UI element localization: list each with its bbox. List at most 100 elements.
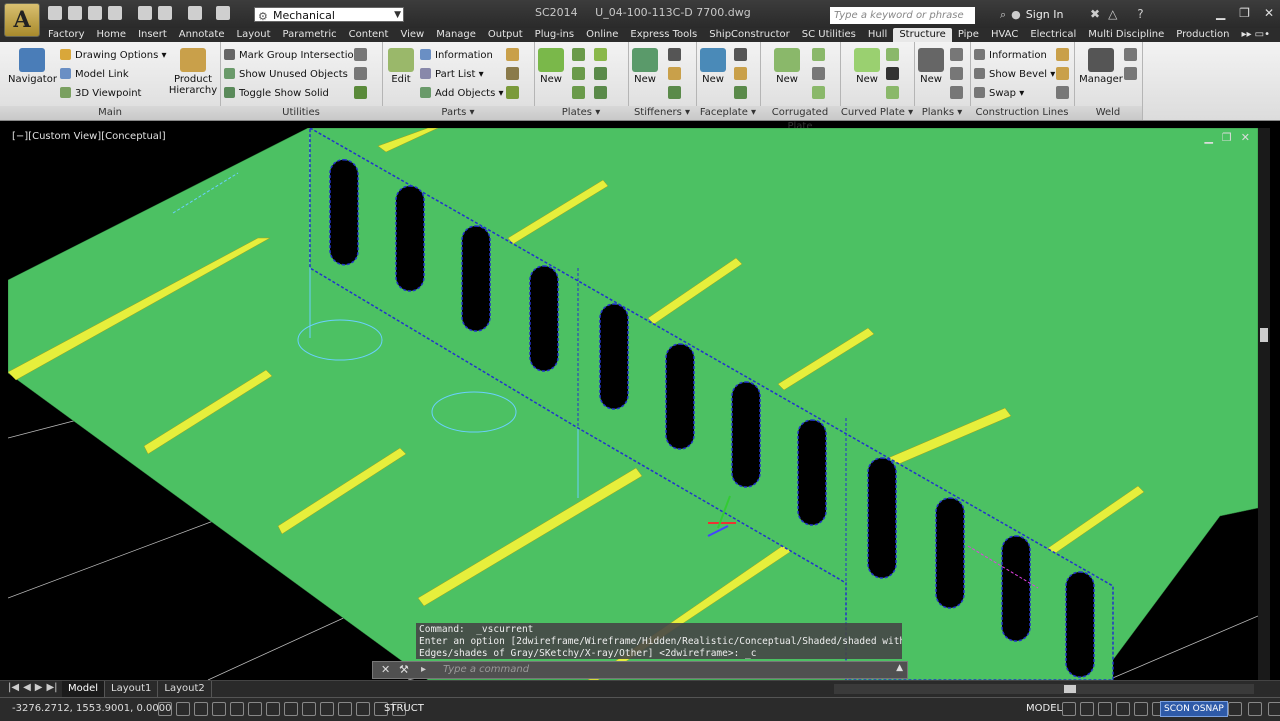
part-tool-icon[interactable] <box>506 86 519 99</box>
scroll-thumb[interactable] <box>1064 685 1076 693</box>
new-plate-button[interactable]: New <box>538 48 564 85</box>
cl-information-button[interactable]: Information <box>974 49 1047 61</box>
tab-sc-utilities[interactable]: SC Utilities <box>796 28 862 42</box>
tab-layout[interactable]: Layout <box>231 28 277 42</box>
scon-osnap-button[interactable]: SCON OSNAP <box>1160 701 1228 717</box>
prev-layout-icon[interactable]: ◀ <box>23 682 31 693</box>
3dosnap-icon[interactable] <box>266 702 280 716</box>
coordinate-readout[interactable]: -3276.2712, 1553.9001, 0.0000 <box>12 703 171 714</box>
navigator-button[interactable]: Navigator <box>8 48 57 85</box>
clean-screen-icon[interactable] <box>1268 702 1280 716</box>
lineweight-icon[interactable] <box>338 702 352 716</box>
mark-group-button[interactable]: Mark Group Intersections <box>224 49 365 61</box>
show-unused-button[interactable]: Show Unused Objects <box>224 68 348 80</box>
toggle-solid-button[interactable]: Toggle Show Solid <box>224 87 329 99</box>
polar-icon[interactable] <box>230 702 244 716</box>
more-tabs-icon[interactable]: ▸▸ ▭• <box>1235 28 1276 42</box>
tab-factory[interactable]: Factory <box>42 28 91 42</box>
construction-tool-icon[interactable] <box>1056 48 1069 61</box>
ducs-icon[interactable] <box>302 702 316 716</box>
faceplate-tool-icon[interactable] <box>734 67 747 80</box>
tab-hvac[interactable]: HVAC <box>985 28 1024 42</box>
plank-tool-icon[interactable] <box>950 86 963 99</box>
binoculars-icon[interactable]: ⌕ <box>1000 8 1006 21</box>
open-file-icon[interactable] <box>68 6 82 20</box>
quick-view-drawings-icon[interactable] <box>1080 702 1094 716</box>
part-information-button[interactable]: Information <box>420 49 493 61</box>
tab-online[interactable]: Online <box>580 28 624 42</box>
new-curved-button[interactable]: New <box>854 48 880 85</box>
tab-electrical[interactable]: Electrical <box>1024 28 1082 42</box>
tab-plug-ins[interactable]: Plug-ins <box>529 28 580 42</box>
new-plank-button[interactable]: New <box>918 48 944 85</box>
scroll-thumb[interactable] <box>1260 328 1268 342</box>
undo-icon[interactable] <box>158 6 172 20</box>
model-toggle[interactable]: MODEL <box>1026 703 1062 714</box>
tab-express-tools[interactable]: Express Tools <box>624 28 703 42</box>
stiffener-tool-icon[interactable] <box>668 67 681 80</box>
minimize-icon[interactable]: ▁ <box>1216 6 1225 20</box>
construction-tool-icon[interactable] <box>1056 86 1069 99</box>
close-icon[interactable]: ✕ <box>1241 131 1250 144</box>
plate-tool-icon[interactable] <box>572 48 585 61</box>
model-link-button[interactable]: Model Link <box>60 68 129 80</box>
new-stiffener-button[interactable]: New <box>632 48 658 85</box>
layout-tab-model[interactable]: Model <box>62 681 106 697</box>
autodesk-icon[interactable]: △ <box>1108 7 1117 21</box>
utility-tool-icon[interactable] <box>354 86 367 99</box>
search-input[interactable]: Type a keyword or phrase <box>830 7 975 24</box>
workspace-icon[interactable] <box>1134 702 1148 716</box>
tab-insert[interactable]: Insert <box>132 28 173 42</box>
curved-tool-icon[interactable] <box>886 67 899 80</box>
show-bevel-button[interactable]: Show Bevel ▾ <box>974 68 1055 80</box>
last-layout-icon[interactable]: ▶| <box>46 682 57 693</box>
stiffener-tool-icon[interactable] <box>668 86 681 99</box>
plate-tool-icon[interactable] <box>572 67 585 80</box>
new-file-icon[interactable] <box>48 6 62 20</box>
grid-icon[interactable] <box>194 702 208 716</box>
snap-icon[interactable] <box>176 702 190 716</box>
weld-tool-icon[interactable] <box>1124 67 1137 80</box>
viewport-label[interactable]: [−][Custom View][Conceptual] <box>12 131 166 142</box>
horizontal-scrollbar[interactable] <box>834 684 1254 694</box>
layout-tab-layout1[interactable]: Layout1 <box>105 681 159 697</box>
tab-content[interactable]: Content <box>343 28 395 42</box>
first-layout-icon[interactable]: |◀ <box>8 682 19 693</box>
command-input[interactable]: Type a command <box>443 664 529 675</box>
annotation-scale-icon[interactable] <box>1098 702 1112 716</box>
isolate-icon[interactable] <box>1248 702 1262 716</box>
save-as-icon[interactable] <box>108 6 122 20</box>
exchange-icon[interactable]: ✖ <box>1090 7 1100 21</box>
weld-tool-icon[interactable] <box>1124 48 1137 61</box>
part-tool-icon[interactable] <box>506 48 519 61</box>
utility-tool-icon[interactable] <box>354 67 367 80</box>
viewpoint-button[interactable]: 3D Viewpoint <box>60 87 141 99</box>
tab-parametric[interactable]: Parametric <box>277 28 343 42</box>
layout-tab-layout2[interactable]: Layout2 <box>158 681 212 697</box>
construction-tool-icon[interactable] <box>1056 67 1069 80</box>
infer-icon[interactable] <box>158 702 172 716</box>
faceplate-tool-icon[interactable] <box>734 86 747 99</box>
tab-view[interactable]: View <box>394 28 430 42</box>
drawing-options-button[interactable]: Drawing Options ▾ <box>60 49 167 61</box>
edit-button[interactable]: Edit <box>386 48 416 85</box>
new-faceplate-button[interactable]: New <box>700 48 726 85</box>
curved-tool-icon[interactable] <box>886 86 899 99</box>
restore-icon[interactable]: ❐ <box>1239 6 1250 20</box>
tab-pipe[interactable]: Pipe <box>952 28 985 42</box>
workspace-switch-icon[interactable] <box>216 6 230 20</box>
tab-shipconstructor[interactable]: ShipConstructor <box>703 28 795 42</box>
help-icon[interactable]: ? <box>1137 7 1143 21</box>
minimize-icon[interactable]: ▁ <box>1204 131 1212 144</box>
application-menu-button[interactable]: A <box>4 3 40 37</box>
tab-output[interactable]: Output <box>482 28 529 42</box>
faceplate-tool-icon[interactable] <box>734 48 747 61</box>
ortho-icon[interactable] <box>212 702 226 716</box>
lightbulb-icon[interactable] <box>1228 702 1242 716</box>
struct-indicator[interactable]: STRUCT <box>384 703 424 714</box>
corrugated-tool-icon[interactable] <box>812 86 825 99</box>
transparency-icon[interactable] <box>356 702 370 716</box>
swap-button[interactable]: Swap ▾ <box>974 87 1024 99</box>
plate-tool-icon[interactable] <box>594 67 607 80</box>
plate-tool-icon[interactable] <box>594 86 607 99</box>
